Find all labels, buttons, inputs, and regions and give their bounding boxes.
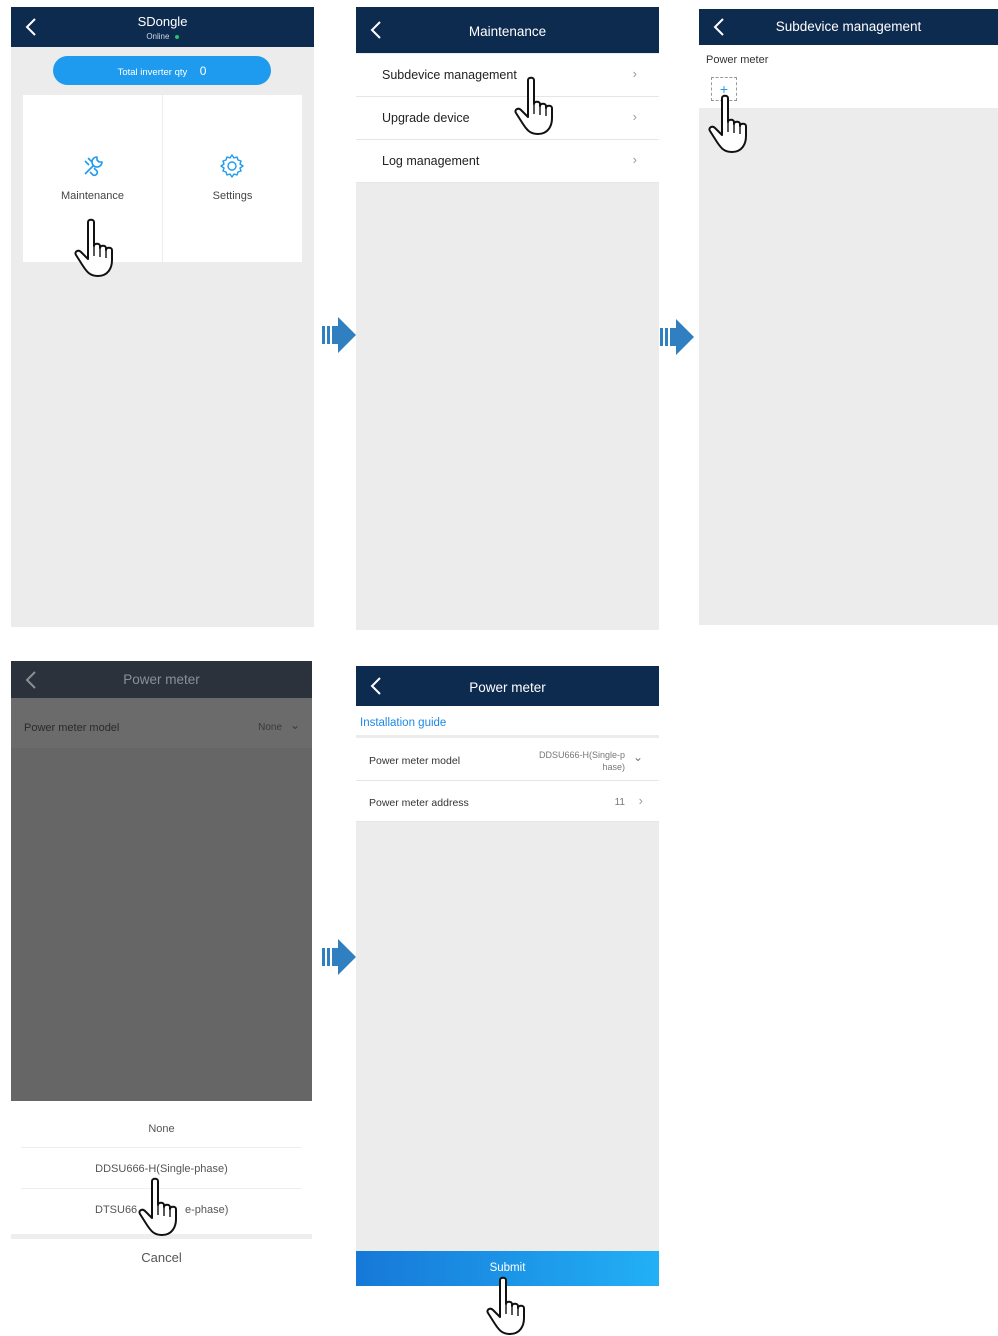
- arrow-right-icon: [322, 939, 356, 975]
- option-text-right: e-phase): [185, 1204, 229, 1216]
- menu-item-log-management[interactable]: Log management ›: [356, 140, 659, 183]
- tile-settings[interactable]: Settings: [163, 95, 302, 262]
- tile-label: Maintenance: [61, 190, 124, 202]
- chevron-right-icon: ›: [632, 109, 637, 124]
- menu-item-label: Upgrade device: [382, 111, 470, 125]
- chevron-right-icon: ›: [638, 793, 643, 808]
- inverter-qty-pill: Total inverter qty 0: [53, 56, 271, 85]
- screen-power-meter-select: Power meter Power meter model None ⌄ Non…: [11, 661, 312, 1239]
- page-title: Maintenance: [468, 24, 547, 39]
- field-label: Power meter model: [24, 722, 120, 734]
- field-label: Power meter address: [369, 797, 469, 809]
- field-value-line2: hase): [602, 762, 625, 772]
- screen-maintenance: Maintenance Subdevice management › Upgra…: [356, 7, 659, 630]
- page-title: Power meter: [469, 680, 546, 695]
- submit-label: Submit: [489, 1262, 526, 1274]
- menu-item-upgrade-device[interactable]: Upgrade device ›: [356, 97, 659, 140]
- menu-item-subdevice-management[interactable]: Subdevice management ›: [356, 54, 659, 97]
- address-field[interactable]: Power meter address 11 ›: [356, 781, 659, 822]
- model-field[interactable]: Power meter model None ⌄: [11, 698, 312, 748]
- screen-power-meter-form: Power meter Installation guide Power met…: [356, 666, 659, 1286]
- header: Power meter: [11, 661, 312, 698]
- field-value: None: [258, 722, 282, 733]
- header: SDongle Online: [11, 7, 314, 47]
- page-title: Power meter: [123, 672, 200, 687]
- field-value: 11: [614, 797, 625, 808]
- chevron-down-icon: ⌄: [632, 750, 643, 764]
- header: Maintenance: [356, 7, 659, 53]
- pill-value: 0: [199, 64, 207, 78]
- section-label: Power meter: [706, 54, 769, 66]
- pill-label: Total inverter qty: [117, 67, 188, 78]
- option-text-left: DTSU66: [95, 1204, 138, 1216]
- page-title: SDongle: [137, 14, 188, 29]
- guide-bar: Installation guide: [356, 706, 659, 735]
- hand-pointer-icon: [486, 1276, 538, 1336]
- status-dot-icon: [174, 34, 179, 39]
- arrow-right-icon: [322, 317, 356, 353]
- field-value-line1: DDSU666-H(Single-p: [538, 750, 625, 760]
- screen-sdongle: SDongle Online Total inverter qty 0 Main…: [11, 7, 314, 627]
- menu-item-label: Subdevice management: [382, 68, 517, 82]
- wrench-icon: [84, 156, 103, 177]
- arrow-right-icon: [660, 319, 694, 355]
- menu-item-label: Log management: [382, 154, 480, 168]
- hand-pointer-icon: [138, 1177, 190, 1237]
- option-none[interactable]: None: [21, 1123, 302, 1135]
- gear-icon: [220, 154, 244, 178]
- status-line: Online: [11, 32, 314, 41]
- hand-pointer-icon: [74, 218, 126, 278]
- hand-pointer-icon: [708, 94, 760, 154]
- installation-guide-link[interactable]: Installation guide: [360, 717, 446, 729]
- chevron-down-icon: ⌄: [289, 718, 300, 732]
- status-text: Online: [146, 32, 170, 41]
- chevron-right-icon: ›: [632, 66, 637, 81]
- model-field[interactable]: Power meter model DDSU666-H(Single-p has…: [356, 738, 659, 781]
- header: Subdevice management: [699, 9, 998, 45]
- page-title: Subdevice management: [775, 19, 922, 34]
- cancel-button[interactable]: Cancel: [11, 1250, 312, 1265]
- header: Power meter: [356, 666, 659, 706]
- option-ddsu666[interactable]: DDSU666-H(Single-phase): [21, 1163, 302, 1175]
- field-label: Power meter model: [369, 755, 461, 767]
- divider: [21, 1147, 302, 1148]
- chevron-right-icon: ›: [632, 152, 637, 167]
- tile-label: Settings: [212, 190, 253, 202]
- dim-overlay: [11, 748, 312, 1101]
- hand-pointer-icon: [514, 76, 566, 136]
